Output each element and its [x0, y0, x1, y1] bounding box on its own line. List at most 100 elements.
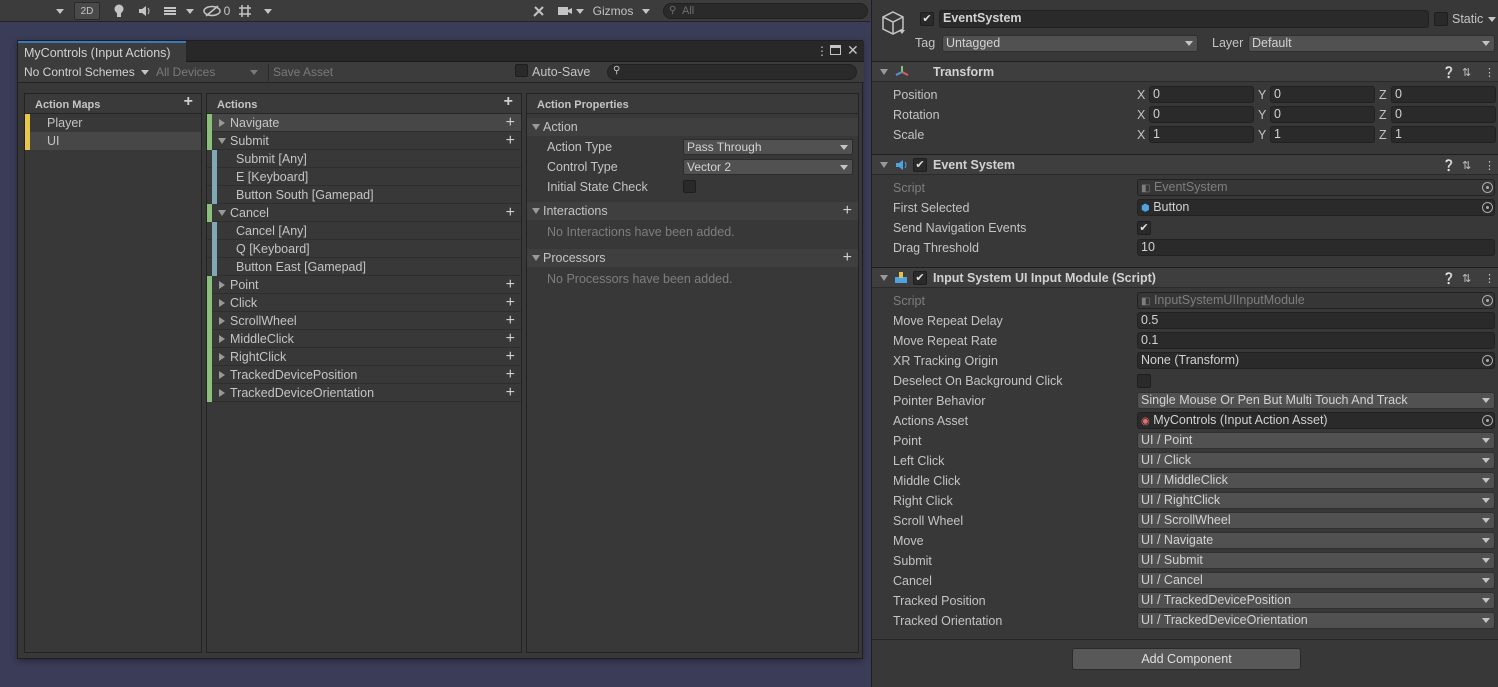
close-icon[interactable]: ✕ — [847, 42, 859, 59]
xr-origin-field[interactable]: None (Transform) — [1137, 352, 1495, 369]
action-item[interactable]: + RightClick — [207, 348, 521, 366]
add-binding-icon[interactable]: + — [506, 115, 515, 131]
transform-header[interactable]: Transform ❔ ⇅ ⋮ — [872, 61, 1498, 82]
actions-search-input[interactable]: ⚲ — [607, 64, 857, 80]
event-system-header[interactable]: ✔ Event System ❔ ⇅ ⋮ — [872, 154, 1498, 175]
action-item[interactable]: + ScrollWheel — [207, 312, 521, 330]
action-item[interactable]: + MiddleClick — [207, 330, 521, 348]
action-reference-dropdown[interactable]: UI / TrackedDevicePosition — [1137, 592, 1495, 609]
deselect-checkbox[interactable] — [1137, 374, 1151, 388]
position-y-input[interactable]: 0 — [1270, 86, 1375, 103]
add-binding-icon[interactable]: + — [506, 313, 515, 329]
object-name-input[interactable]: EventSystem — [939, 10, 1429, 28]
camera-icon[interactable] — [556, 2, 574, 20]
action-reference-dropdown[interactable]: UI / Submit — [1137, 552, 1495, 569]
move-repeat-rate-input[interactable]: 0.1 — [1137, 332, 1495, 349]
action-reference-dropdown[interactable]: UI / TrackedDeviceOrientation — [1137, 612, 1495, 629]
input-module-header[interactable]: ✔ Input System UI Input Module (Script) … — [872, 267, 1498, 288]
maximize-icon[interactable] — [830, 45, 841, 55]
foldout-arrow-icon[interactable] — [219, 317, 225, 325]
add-binding-icon[interactable]: + — [506, 205, 515, 221]
context-menu-icon[interactable]: ⋮ — [1484, 272, 1495, 285]
action-item[interactable]: + TrackedDeviceOrientation — [207, 384, 521, 402]
action-item[interactable]: + Cancel — [207, 204, 521, 222]
audio-speaker-icon[interactable] — [136, 2, 154, 20]
foldout-arrow-icon[interactable] — [218, 138, 226, 144]
add-binding-icon[interactable]: + — [506, 133, 515, 149]
add-binding-icon[interactable]: + — [506, 331, 515, 347]
lighting-bulb-icon[interactable] — [110, 2, 128, 20]
dropdown-chevron-icon[interactable] — [54, 2, 66, 20]
processors-section-header[interactable]: Processors + — [527, 249, 858, 267]
send-nav-checkbox[interactable]: ✔ — [1137, 221, 1151, 235]
auto-save-checkbox[interactable] — [515, 64, 528, 77]
context-menu-icon[interactable]: ⋮ — [1484, 66, 1495, 79]
enabled-checkbox[interactable]: ✔ — [913, 271, 927, 285]
binding-item[interactable]: Button South [Gamepad] — [207, 186, 521, 204]
foldout-arrow-icon[interactable] — [219, 389, 225, 397]
action-item[interactable]: + TrackedDevicePosition — [207, 366, 521, 384]
rotation-z-input[interactable]: 0 — [1391, 106, 1496, 123]
action-reference-dropdown[interactable]: UI / Navigate — [1137, 532, 1495, 549]
interactions-section-header[interactable]: Interactions + — [527, 202, 858, 220]
object-picker-icon[interactable] — [1482, 355, 1493, 366]
context-menu-icon[interactable]: ⋮ — [1484, 159, 1495, 172]
foldout-arrow-icon[interactable] — [219, 353, 225, 361]
help-icon[interactable]: ❔ — [1442, 159, 1456, 172]
action-reference-dropdown[interactable]: UI / Cancel — [1137, 572, 1495, 589]
action-item[interactable]: + Navigate — [207, 114, 521, 132]
gizmos-dropdown-icon[interactable] — [640, 2, 652, 20]
enabled-checkbox[interactable]: ✔ — [913, 158, 927, 172]
layer-dropdown[interactable]: Default — [1248, 35, 1495, 52]
help-icon[interactable]: ❔ — [1442, 272, 1456, 285]
position-x-input[interactable]: 0 — [1149, 86, 1254, 103]
action-reference-dropdown[interactable]: UI / Click — [1137, 452, 1495, 469]
gizmos-button[interactable]: Gizmos — [590, 2, 636, 20]
action-reference-dropdown[interactable]: UI / MiddleClick — [1137, 472, 1495, 489]
static-dropdown-icon[interactable] — [1488, 17, 1496, 22]
add-action-icon[interactable]: + — [504, 94, 513, 110]
move-repeat-delay-input[interactable]: 0.5 — [1137, 312, 1495, 329]
action-section-header[interactable]: Action — [527, 118, 858, 136]
save-asset-button[interactable]: Save Asset — [268, 64, 342, 81]
grid-icon[interactable] — [236, 2, 254, 20]
help-icon[interactable]: ❔ — [1442, 66, 1456, 79]
action-item[interactable]: + Point — [207, 276, 521, 294]
foldout-arrow-icon[interactable] — [219, 299, 225, 307]
add-interaction-icon[interactable]: + — [843, 203, 852, 219]
object-picker-icon[interactable] — [1482, 202, 1493, 213]
add-binding-icon[interactable]: + — [506, 367, 515, 383]
add-component-button[interactable]: Add Component — [1072, 648, 1301, 670]
pointer-behavior-dropdown[interactable]: Single Mouse Or Pen But Multi Touch And … — [1137, 392, 1495, 409]
initial-state-checkbox[interactable] — [683, 180, 696, 193]
first-selected-field[interactable]: ⬢ Button — [1137, 199, 1495, 216]
control-type-dropdown[interactable]: Vector 2 — [683, 159, 853, 175]
hidden-eye-icon[interactable] — [202, 2, 222, 20]
drag-threshold-input[interactable]: 10 — [1137, 239, 1495, 256]
scale-y-input[interactable]: 1 — [1270, 126, 1375, 143]
scale-x-input[interactable]: 1 — [1149, 126, 1254, 143]
grid-dropdown-icon[interactable] — [262, 2, 274, 20]
binding-item[interactable]: E [Keyboard] — [207, 168, 521, 186]
action-item[interactable]: + Click — [207, 294, 521, 312]
action-type-dropdown[interactable]: Pass Through — [683, 139, 853, 155]
action-reference-dropdown[interactable]: UI / ScrollWheel — [1137, 512, 1495, 529]
scene-search-input[interactable]: ⚲ All — [663, 3, 868, 19]
add-processor-icon[interactable]: + — [843, 250, 852, 266]
binding-item[interactable]: Button East [Gamepad] — [207, 258, 521, 276]
rotation-x-input[interactable]: 0 — [1149, 106, 1254, 123]
tag-dropdown[interactable]: Untagged — [942, 35, 1198, 52]
control-schemes-dropdown[interactable]: No Control Schemes — [20, 64, 149, 81]
position-z-input[interactable]: 0 — [1391, 86, 1496, 103]
foldout-arrow-icon[interactable] — [219, 335, 225, 343]
scale-z-input[interactable]: 1 — [1391, 126, 1496, 143]
action-reference-dropdown[interactable]: UI / RightClick — [1137, 492, 1495, 509]
rotation-y-input[interactable]: 0 — [1270, 106, 1375, 123]
add-binding-icon[interactable]: + — [506, 295, 515, 311]
icon-dropdown-chevron-icon[interactable] — [899, 30, 905, 34]
object-picker-icon[interactable] — [1482, 415, 1493, 426]
add-binding-icon[interactable]: + — [506, 385, 515, 401]
add-action-map-icon[interactable]: + — [184, 94, 193, 110]
tools-icon[interactable] — [530, 2, 548, 20]
binding-item[interactable]: Q [Keyboard] — [207, 240, 521, 258]
